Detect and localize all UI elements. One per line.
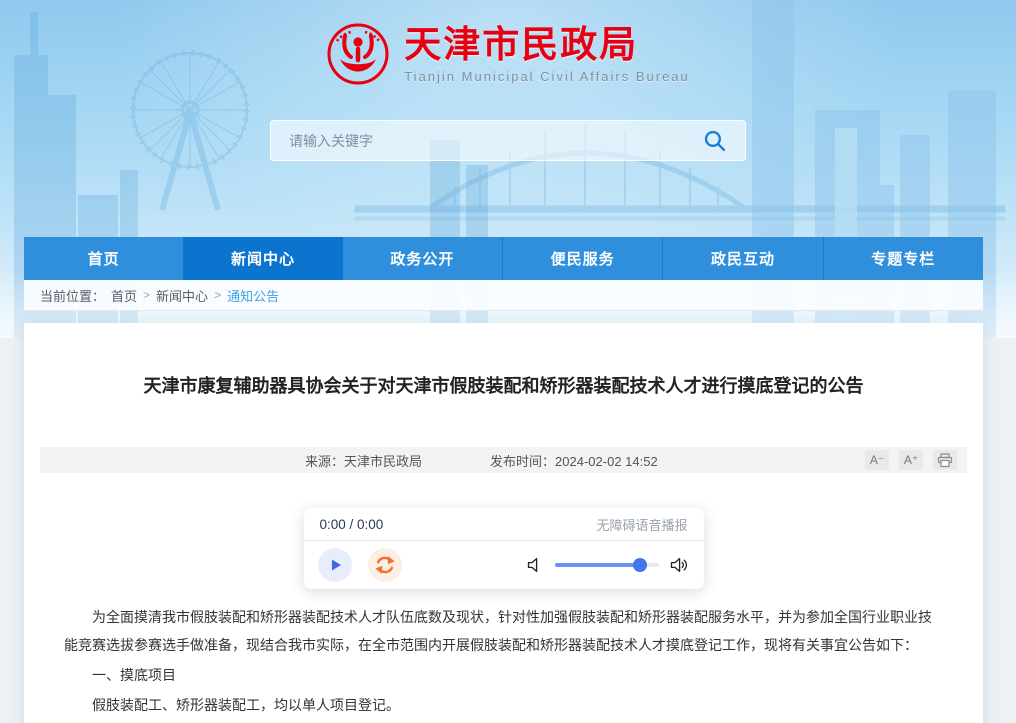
volume-loud-button[interactable] [670, 557, 690, 573]
search-icon [702, 128, 727, 153]
breadcrumb-news[interactable]: 新闻中心 [156, 286, 208, 305]
main-nav: 首页 新闻中心 政务公开 便民服务 政民互动 专题专栏 [24, 237, 983, 280]
source-label: 来源： [305, 454, 344, 469]
site-logo[interactable]: 天津市民政局 Tianjin Municipal Civil Affairs B… [0, 0, 1016, 86]
civil-affairs-emblem-icon [326, 22, 390, 86]
article-source: 来源：天津市民政局 [305, 451, 422, 470]
loop-icon [374, 554, 396, 576]
breadcrumb: 当前位置： 首页 > 新闻中心 > 通知公告 [24, 280, 983, 311]
audio-player-label: 无障碍语音播报 [596, 515, 687, 534]
volume-mute-button[interactable] [527, 557, 544, 573]
play-icon [325, 555, 345, 575]
search-button[interactable] [702, 128, 727, 153]
audio-player: 0:00 / 0:00 无障碍语音播报 [304, 508, 704, 589]
loop-button[interactable] [368, 548, 402, 582]
breadcrumb-separator: > [214, 288, 221, 302]
audio-player-header: 0:00 / 0:00 无障碍语音播报 [304, 508, 704, 541]
publish-time-label: 发布时间： [490, 454, 555, 469]
volume-slider[interactable] [555, 558, 659, 572]
article-publish-time: 发布时间：2024-02-02 14:52 [490, 451, 658, 470]
article-paragraph: 为全面摸清我市假肢装配和矫形器装配技术人才队伍底数及现状，针对性加强假肢装配和矫… [64, 603, 943, 659]
site-subtitle: Tianjin Municipal Civil Affairs Bureau [404, 69, 690, 84]
nav-item-home[interactable]: 首页 [24, 237, 183, 280]
article-tools: A⁻ A⁺ [865, 450, 957, 470]
nav-item-gov-info[interactable]: 政务公开 [343, 237, 502, 280]
publish-time-value: 2024-02-02 14:52 [555, 454, 658, 469]
source-value: 天津市民政局 [344, 454, 422, 469]
volume-controls [527, 557, 690, 573]
breadcrumb-notices[interactable]: 通知公告 [227, 286, 279, 305]
breadcrumb-prefix: 当前位置： [40, 286, 105, 305]
article-paragraph: 假肢装配工、矫形器装配工，均以单人项目登记。 [64, 691, 943, 719]
article-body: 为全面摸清我市假肢装配和矫形器装配技术人才队伍底数及现状，针对性加强假肢装配和矫… [24, 603, 983, 723]
speaker-mute-icon [527, 557, 544, 573]
nav-item-news[interactable]: 新闻中心 [183, 237, 342, 280]
font-decrease-button[interactable]: A⁻ [865, 450, 889, 470]
nav-item-special[interactable]: 专题专栏 [823, 237, 983, 280]
breadcrumb-home[interactable]: 首页 [111, 286, 137, 305]
article-paragraph: 一、摸底项目 [64, 661, 943, 689]
audio-time-display: 0:00 / 0:00 [320, 517, 384, 532]
printer-icon [937, 453, 953, 468]
search-input[interactable] [289, 133, 702, 149]
audio-player-controls [304, 541, 704, 589]
search-box [270, 120, 746, 161]
play-button[interactable] [318, 548, 352, 582]
breadcrumb-separator: > [143, 288, 150, 302]
volume-fill [555, 563, 640, 567]
article-title: 天津市康复辅助器具协会关于对天津市假肢装配和矫形器装配技术人才进行摸底登记的公告 [24, 323, 983, 399]
article-meta-bar: 来源：天津市民政局 发布时间：2024-02-02 14:52 A⁻ A⁺ [40, 447, 967, 473]
volume-thumb[interactable] [633, 558, 647, 572]
nav-item-interaction[interactable]: 政民互动 [662, 237, 822, 280]
print-button[interactable] [933, 450, 957, 470]
site-title: 天津市民政局 [404, 24, 690, 66]
nav-item-services[interactable]: 便民服务 [502, 237, 662, 280]
speaker-loud-icon [670, 557, 690, 573]
article-panel: 天津市康复辅助器具协会关于对天津市假肢装配和矫形器装配技术人才进行摸底登记的公告… [24, 323, 983, 723]
font-increase-button[interactable]: A⁺ [899, 450, 923, 470]
